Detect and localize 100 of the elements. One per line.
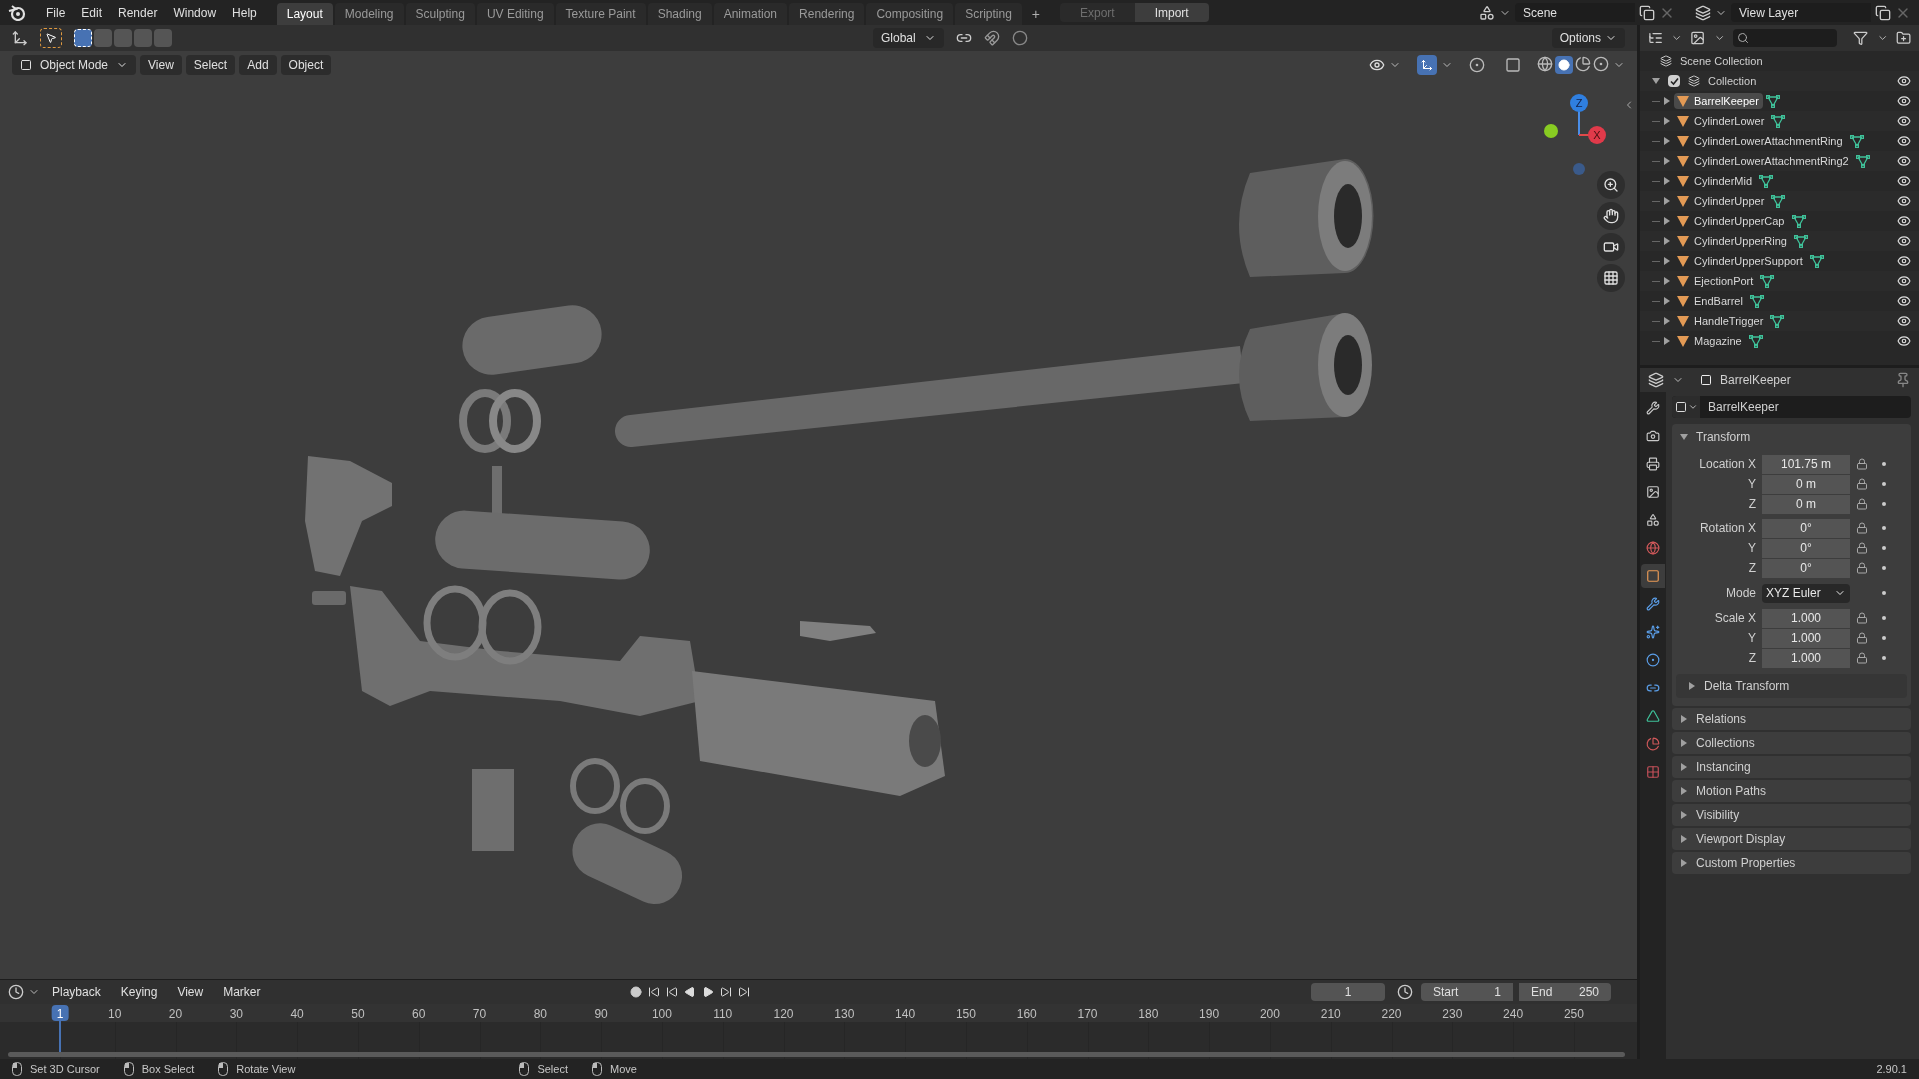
overlay-icon[interactable] bbox=[1469, 57, 1485, 73]
add-workspace-button[interactable]: + bbox=[1023, 3, 1048, 25]
record-icon[interactable] bbox=[629, 986, 642, 998]
select-tool-button[interactable] bbox=[40, 28, 62, 48]
properties-tab[interactable] bbox=[1641, 564, 1665, 588]
collection-label[interactable]: Collection bbox=[1708, 72, 1757, 90]
axis-handle[interactable] bbox=[1544, 124, 1558, 138]
eye-icon[interactable] bbox=[1897, 254, 1911, 268]
outliner-item[interactable]: HandleTrigger bbox=[1674, 312, 1768, 330]
xray-icon[interactable] bbox=[1505, 57, 1521, 73]
timeline-menu-item[interactable]: Marker bbox=[215, 983, 269, 1001]
lock-icon[interactable] bbox=[1856, 542, 1868, 554]
pan-button[interactable] bbox=[1597, 202, 1625, 230]
proportional-edit-icon[interactable] bbox=[1011, 30, 1028, 46]
material-shading-icon[interactable] bbox=[1575, 56, 1591, 72]
pin-icon[interactable] bbox=[1895, 372, 1911, 388]
lock-icon[interactable] bbox=[1856, 498, 1868, 510]
copy-icon[interactable] bbox=[1639, 4, 1655, 21]
outliner-item[interactable]: CylinderLowerAttachmentRing bbox=[1674, 132, 1847, 150]
search-field[interactable] bbox=[1732, 29, 1838, 47]
outliner-item[interactable]: CylinderUpper bbox=[1674, 192, 1769, 210]
collapsed-arrow-icon[interactable] bbox=[1663, 297, 1671, 305]
eye-icon[interactable] bbox=[1897, 134, 1911, 148]
editor-type-icon[interactable] bbox=[8, 984, 24, 1000]
workspace-tab[interactable]: Animation bbox=[713, 3, 788, 25]
collapsed-arrow-icon[interactable] bbox=[1663, 217, 1671, 225]
eye-icon[interactable] bbox=[1897, 334, 1911, 348]
axis-handle[interactable] bbox=[1588, 126, 1606, 144]
outliner-item[interactable]: CylinderUpperCap bbox=[1674, 212, 1789, 230]
eye-icon[interactable] bbox=[1897, 294, 1911, 308]
collapsed-arrow-icon[interactable] bbox=[1663, 137, 1671, 145]
end-frame-field[interactable]: End 250 bbox=[1519, 983, 1611, 1001]
collapsed-arrow-icon[interactable] bbox=[1688, 682, 1696, 690]
timeline-menu-item[interactable]: View bbox=[169, 983, 212, 1001]
rotation-mode-dropdown[interactable]: XYZ Euler bbox=[1762, 583, 1850, 603]
scene-icon[interactable] bbox=[1479, 4, 1495, 21]
outliner-item[interactable]: CylinderLower bbox=[1674, 112, 1769, 130]
collapsed-arrow-icon[interactable] bbox=[1680, 811, 1688, 819]
play-reverse-icon[interactable] bbox=[683, 986, 696, 998]
panel-title[interactable]: Visibility bbox=[1696, 806, 1740, 824]
collapsed-arrow-icon[interactable] bbox=[1680, 859, 1688, 867]
lock-icon[interactable] bbox=[1856, 612, 1868, 624]
timeline-menu-item[interactable]: Keying bbox=[112, 983, 166, 1001]
number-field[interactable]: 1.000 bbox=[1762, 648, 1850, 668]
horizontal-scrollbar[interactable] bbox=[8, 1052, 1625, 1057]
workspace-tab[interactable]: Sculpting bbox=[405, 3, 475, 25]
collapsed-arrow-icon[interactable] bbox=[1663, 117, 1671, 125]
eye-icon[interactable] bbox=[1897, 274, 1911, 288]
eye-icon[interactable] bbox=[1897, 194, 1911, 208]
jump-end-icon[interactable] bbox=[737, 986, 750, 998]
axis-handle[interactable] bbox=[1573, 163, 1585, 175]
lock-icon[interactable] bbox=[1856, 478, 1868, 490]
eye-icon[interactable] bbox=[1897, 74, 1911, 88]
workspace-tab[interactable]: UV Editing bbox=[476, 3, 554, 25]
filter-icon[interactable] bbox=[1853, 30, 1869, 46]
eye-icon[interactable] bbox=[1897, 234, 1911, 248]
viewport-menu-item[interactable]: Add bbox=[239, 55, 277, 75]
outliner-item[interactable]: CylinderMid bbox=[1674, 172, 1757, 190]
eye-icon[interactable] bbox=[1897, 154, 1911, 168]
outliner-item[interactable]: EndBarrel bbox=[1674, 292, 1747, 310]
new-selection-button[interactable] bbox=[74, 29, 92, 47]
outliner-item[interactable]: CylinderLowerAttachmentRing2 bbox=[1674, 152, 1853, 170]
workspace-tab[interactable]: Texture Paint bbox=[555, 3, 646, 25]
import-button[interactable]: Import bbox=[1134, 3, 1209, 22]
lock-icon[interactable] bbox=[1856, 458, 1868, 470]
scene-field[interactable]: Scene bbox=[1515, 3, 1635, 22]
outliner-item[interactable]: Magazine bbox=[1674, 332, 1746, 350]
eye-icon[interactable] bbox=[1897, 114, 1911, 128]
workspace-tab[interactable]: Scripting bbox=[955, 3, 1022, 25]
number-field[interactable]: 0° bbox=[1762, 518, 1850, 538]
viewport-menu-item[interactable]: Select bbox=[185, 55, 236, 75]
outliner-item[interactable]: CylinderUpperRing bbox=[1674, 232, 1791, 250]
solid-shading-button[interactable] bbox=[1555, 56, 1573, 74]
lock-icon[interactable] bbox=[1856, 522, 1868, 534]
eye-icon[interactable] bbox=[1897, 94, 1911, 108]
eye-icon[interactable] bbox=[1897, 214, 1911, 228]
view-layer-field[interactable]: View Layer bbox=[1731, 3, 1871, 22]
collapsed-arrow-icon[interactable] bbox=[1680, 715, 1688, 723]
number-field[interactable]: 1.000 bbox=[1762, 608, 1850, 628]
zoom-button[interactable] bbox=[1597, 171, 1625, 199]
collapsed-arrow-icon[interactable] bbox=[1680, 763, 1688, 771]
editor-type-icon[interactable] bbox=[1648, 372, 1664, 388]
outliner-item[interactable]: CylinderUpperSupport bbox=[1674, 252, 1807, 270]
clock-icon[interactable] bbox=[1397, 984, 1413, 1000]
number-field[interactable]: 0 m bbox=[1762, 474, 1850, 494]
axis-handle[interactable] bbox=[1570, 94, 1588, 112]
number-field[interactable]: 0° bbox=[1762, 558, 1850, 578]
jump-start-icon[interactable] bbox=[647, 986, 660, 998]
collapsed-arrow-icon[interactable] bbox=[1680, 739, 1688, 747]
collapsed-arrow-icon[interactable] bbox=[1663, 237, 1671, 245]
previous-keyframe-icon[interactable] bbox=[665, 986, 678, 998]
snap-icon[interactable] bbox=[983, 30, 1000, 46]
workspace-tab[interactable]: Shading bbox=[647, 3, 712, 25]
display-mode-icon[interactable] bbox=[1690, 30, 1706, 46]
scene-collection-label[interactable]: Scene Collection bbox=[1680, 52, 1763, 70]
outliner-item[interactable]: EjectionPort bbox=[1674, 272, 1758, 290]
collection-checkbox[interactable] bbox=[1668, 75, 1680, 87]
lock-icon[interactable] bbox=[1856, 652, 1868, 664]
editor-type-icon[interactable] bbox=[1648, 30, 1664, 46]
start-frame-field[interactable]: Start 1 bbox=[1421, 983, 1513, 1001]
